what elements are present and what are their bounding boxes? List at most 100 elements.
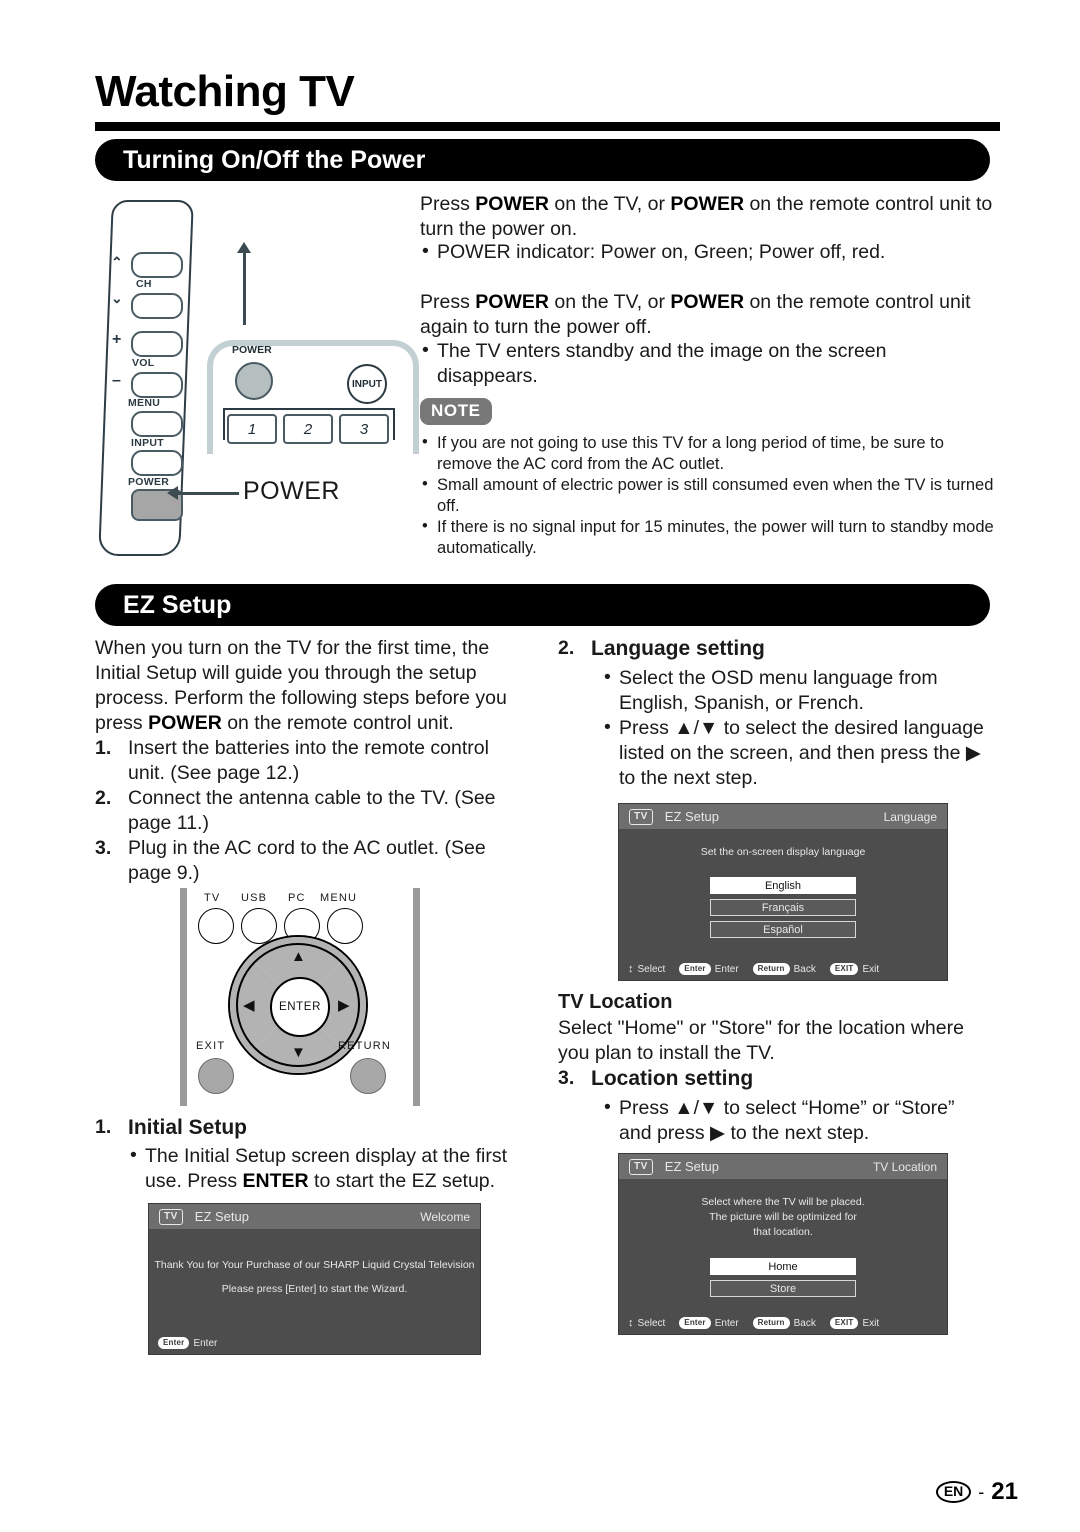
power-p2-bold-2: POWER (670, 291, 745, 313)
ez-intro-paragraph: When you turn on the TV for the first ti… (95, 636, 520, 736)
bezel-numeric-row: 1 2 3 (223, 408, 395, 444)
remote-usb-button[interactable] (241, 908, 277, 944)
power-paragraph-1: Press POWER on the TV, or POWER on the r… (420, 192, 995, 242)
note-bullet-item: If there is no signal input for 15 minut… (420, 516, 998, 559)
remote-menu-button[interactable] (327, 908, 363, 944)
osd-language-option-espanol[interactable]: Español (710, 921, 856, 938)
enter-key-chip-icon: Enter (158, 1337, 190, 1349)
osd-language-prompt: Set the on-screen display language (700, 846, 866, 858)
ez-step-item: 3. Plug in the AC cord to the AC outlet.… (95, 836, 520, 886)
power-p1-part-a: Press (420, 193, 476, 215)
bezel-num-key-1[interactable]: 1 (227, 414, 277, 444)
power-bullet-list-2: The TV enters standby and the image on t… (420, 338, 940, 389)
osd-footer-label: Enter (714, 1317, 739, 1329)
osd-location-title: EZ Setup (664, 1159, 719, 1174)
vol-minus-icon: – (112, 372, 121, 389)
step1-heading: Initial Setup (128, 1116, 248, 1139)
power-callout-label: POWER (243, 477, 340, 505)
osd-location-option-home[interactable]: Home (710, 1258, 856, 1275)
ch-label: CH (136, 278, 152, 290)
dpad-ring[interactable]: ▲ ▼ ◀ ▶ ENTER (228, 935, 368, 1075)
dpad-down-arrow-icon[interactable]: ▼ (291, 1045, 306, 1060)
osd-footer-group[interactable]: ↕ Select (628, 1317, 665, 1329)
remote-exit-label: EXIT (196, 1040, 226, 1052)
section-header-ez-setup: EZ Setup (95, 584, 990, 626)
step3-heading: Location setting (591, 1067, 754, 1090)
remote-return-button[interactable] (350, 1058, 386, 1094)
osd-footer-group[interactable]: Return Back (752, 963, 816, 975)
input-button[interactable] (131, 450, 183, 476)
ez-step-number: 1. (95, 737, 112, 759)
step1-number: 1. (95, 1116, 112, 1138)
remote-left-edge (180, 888, 187, 1106)
step3-block: 3. Location setting Press ▲/▼ to select … (558, 1066, 988, 1146)
osd-footer-group[interactable]: Enter Enter (679, 963, 739, 975)
power-panel-label: POWER (128, 476, 170, 488)
remote-right-edge (413, 888, 420, 1106)
vol-down-button[interactable] (131, 372, 183, 398)
vol-up-button[interactable] (131, 331, 183, 357)
power-p2-part-c: on the TV, or (548, 291, 671, 313)
return-key-chip-icon: Return (752, 1317, 790, 1329)
step1-item: 1. Initial Setup The Initial Setup scree… (95, 1115, 525, 1194)
note-bullet-list: If you are not going to use this TV for … (420, 432, 998, 559)
enter-key-chip-icon: Enter (679, 963, 711, 975)
ez-step-text: Connect the antenna cable to the TV. (Se… (128, 787, 496, 834)
step3-bullet: Press ▲/▼ to select “Home” or “Store” an… (602, 1095, 988, 1146)
section-header-turning-power: Turning On/Off the Power (95, 139, 990, 181)
ch-up-button[interactable] (131, 252, 183, 278)
dpad-up-arrow-icon[interactable]: ▲ (291, 949, 306, 964)
osd-welcome-line2: Please press [Enter] to start the Wizard… (221, 1283, 408, 1295)
osd-location-prompt-line1: Select where the TV will be placed. (701, 1196, 865, 1208)
ch-down-button[interactable] (131, 293, 183, 319)
osd-footer-group[interactable]: Enter Enter (158, 1337, 217, 1349)
bezel-num-key-2[interactable]: 2 (283, 414, 333, 444)
osd-language-option-english[interactable]: English (710, 877, 856, 894)
dpad-right-arrow-icon[interactable]: ▶ (338, 998, 350, 1013)
title-underline-rule (95, 122, 1000, 131)
osd-footer-group[interactable]: ↕ Select (628, 963, 665, 975)
osd-location-prompt-line3: that location. (753, 1226, 813, 1238)
step2-item: 2. Language setting Select the OSD menu … (558, 636, 988, 791)
osd-welcome-body: Thank You for Your Purchase of our SHARP… (149, 1258, 480, 1297)
step2-bullet: Press ▲/▼ to select the desired language… (602, 715, 988, 791)
bezel-num-key-3[interactable]: 3 (339, 414, 389, 444)
bezel-power-button[interactable] (235, 362, 273, 400)
language-code-badge: EN (935, 1481, 972, 1503)
osd-location-header: TV EZ Setup TV Location (619, 1154, 947, 1179)
tv-badge-icon: TV (629, 1158, 653, 1175)
step1-block: 1. Initial Setup The Initial Setup scree… (95, 1115, 525, 1194)
osd-language-footer: ↕ Select Enter Enter Return Back EXIT Ex… (619, 963, 947, 975)
step1-bullet: The Initial Setup screen display at the … (128, 1143, 525, 1194)
power-p1-bold-2: POWER (670, 193, 745, 215)
osd-footer-label: Exit (862, 1317, 880, 1329)
osd-welcome-title: EZ Setup (194, 1209, 249, 1224)
osd-language-option-francais[interactable]: Français (710, 899, 856, 916)
ez-intro-part-c: on the remote control unit. (221, 712, 454, 734)
enter-button[interactable]: ENTER (270, 977, 330, 1037)
osd-location-footer: ↕ Select Enter Enter Return Back EXIT Ex… (619, 1317, 947, 1329)
remote-tv-button[interactable] (198, 908, 234, 944)
osd-footer-group[interactable]: EXIT Exit (829, 1317, 880, 1329)
menu-button[interactable] (131, 411, 183, 437)
osd-location-option-store[interactable]: Store (710, 1280, 856, 1297)
power-paragraph-2: Press POWER on the TV, or POWER on the r… (420, 290, 995, 340)
osd-language-body: Set the on-screen display language Engli… (619, 845, 947, 938)
osd-footer-group[interactable]: Return Back (752, 1317, 816, 1329)
osd-footer-label: Enter (193, 1337, 218, 1349)
return-key-chip-icon: Return (752, 963, 790, 975)
enter-key-chip-icon: Enter (679, 1317, 711, 1329)
ch-up-chevron-icon: ⌃ (111, 254, 123, 270)
dpad-left-arrow-icon[interactable]: ◀ (243, 998, 255, 1013)
osd-footer-group[interactable]: EXIT Exit (829, 963, 879, 975)
remote-exit-button[interactable] (198, 1058, 234, 1094)
power-p1-bold-1: POWER (475, 193, 549, 215)
osd-footer-group[interactable]: Enter Enter (679, 1317, 739, 1329)
power-bullet-2: The TV enters standby and the image on t… (420, 338, 940, 389)
osd-location-body: Select where the TV will be placed. The … (619, 1195, 947, 1297)
bezel-input-button[interactable]: INPUT (347, 364, 387, 404)
ez-step-number: 2. (95, 787, 112, 809)
ez-step-text: Plug in the AC cord to the AC outlet. (S… (128, 837, 486, 884)
power-bullet-1: POWER indicator: Power on, Green; Power … (420, 239, 995, 265)
osd-footer-label: Select (637, 1317, 666, 1329)
